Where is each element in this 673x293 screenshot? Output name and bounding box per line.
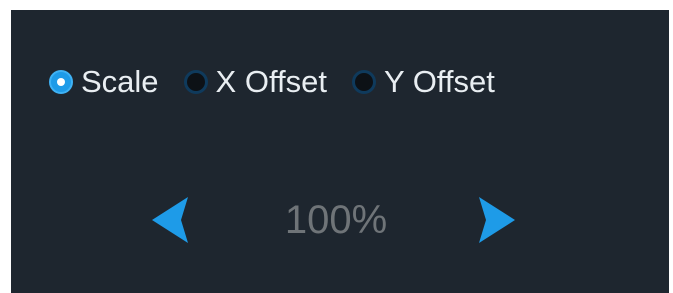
radio-option-y-offset[interactable]: Y Offset — [351, 62, 495, 102]
increase-button[interactable] — [477, 195, 517, 245]
decrease-button[interactable] — [150, 195, 190, 245]
chevron-right-icon[interactable] — [477, 195, 517, 245]
adjust-panel: Scale X Offset Y Offset 100% — [11, 10, 669, 293]
radio-selected-icon[interactable] — [49, 70, 73, 94]
radio-option-x-offset[interactable]: X Offset — [183, 62, 327, 102]
radio-unselected-icon[interactable] — [183, 70, 208, 94]
radio-label-scale: Scale — [81, 64, 159, 99]
adjust-mode-radio-group: Scale X Offset Y Offset — [49, 62, 495, 102]
value-stepper: 100% — [11, 195, 669, 245]
radio-label-x-offset: X Offset — [215, 64, 327, 99]
chevron-left-icon[interactable] — [150, 195, 190, 245]
radio-label-y-offset: Y Offset — [383, 64, 495, 99]
radio-unselected-icon[interactable] — [351, 70, 376, 94]
radio-option-scale[interactable]: Scale — [49, 62, 159, 102]
stepper-value: 100% — [284, 198, 388, 242]
